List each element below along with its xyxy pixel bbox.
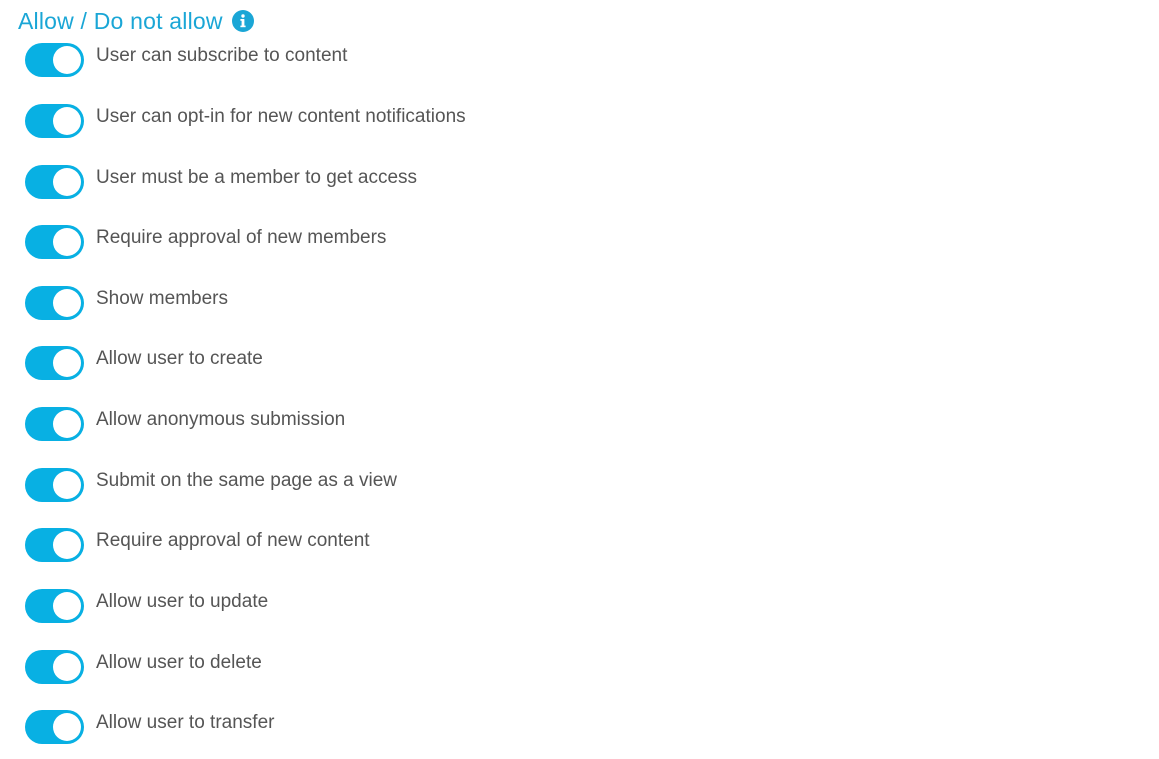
toggle-label: Allow user to transfer (96, 711, 275, 733)
toggle-row-show-members: Show members (25, 286, 228, 320)
section-title: Allow / Do not allow (18, 8, 223, 34)
toggle-switch[interactable] (25, 650, 84, 684)
toggle-label: Allow user to delete (96, 651, 262, 673)
toggle-knob (53, 228, 81, 256)
toggle-switch[interactable] (25, 225, 84, 259)
toggle-knob (53, 168, 81, 196)
toggle-label: User can subscribe to content (96, 44, 348, 66)
toggle-row-approve-members: Require approval of new members (25, 225, 386, 259)
toggle-knob (53, 349, 81, 377)
toggle-label: Show members (96, 287, 228, 309)
toggle-row-allow-delete: Allow user to delete (25, 650, 262, 684)
toggle-switch[interactable] (25, 346, 84, 380)
toggle-knob (53, 410, 81, 438)
toggle-row-allow-update: Allow user to update (25, 589, 268, 623)
toggle-label: User can opt-in for new content notifica… (96, 105, 466, 127)
toggle-switch[interactable] (25, 407, 84, 441)
toggle-knob (53, 531, 81, 559)
toggle-row-allow-transfer: Allow user to transfer (25, 710, 274, 744)
toggle-row-approve-content: Require approval of new content (25, 528, 370, 562)
toggle-label: Allow anonymous submission (96, 408, 346, 430)
section-header: Allow / Do not allow (18, 6, 254, 36)
toggle-row-subscribe: User can subscribe to content (25, 43, 347, 77)
toggle-row-allow-create: Allow user to create (25, 346, 263, 380)
info-icon[interactable] (231, 10, 254, 32)
toggle-knob (53, 471, 81, 499)
toggle-label: Submit on the same page as a view (96, 469, 398, 491)
toggle-row-submit-same-page: Submit on the same page as a view (25, 468, 397, 502)
toggle-switch[interactable] (25, 710, 84, 744)
toggle-label: User must be a member to get access (96, 166, 418, 188)
toggle-label: Require approval of new content (96, 529, 370, 551)
toggle-switch[interactable] (25, 286, 84, 320)
toggle-label: Allow user to update (96, 590, 269, 612)
toggle-label: Allow user to create (96, 347, 263, 369)
toggle-knob (53, 107, 81, 135)
toggle-switch[interactable] (25, 468, 84, 502)
toggle-switch[interactable] (25, 589, 84, 623)
toggle-label: Require approval of new members (96, 226, 387, 248)
toggle-row-anonymous-submission: Allow anonymous submission (25, 407, 345, 441)
toggle-knob (53, 713, 81, 741)
toggle-knob (53, 46, 81, 74)
toggle-knob (53, 592, 81, 620)
toggle-knob (53, 653, 81, 681)
toggle-switch[interactable] (25, 165, 84, 199)
toggle-switch[interactable] (25, 43, 84, 77)
toggle-switch[interactable] (25, 104, 84, 138)
toggle-row-member-access: User must be a member to get access (25, 165, 417, 199)
toggle-knob (53, 289, 81, 317)
toggle-row-opt-in-notifications: User can opt-in for new content notifica… (25, 104, 466, 138)
toggle-switch[interactable] (25, 528, 84, 562)
